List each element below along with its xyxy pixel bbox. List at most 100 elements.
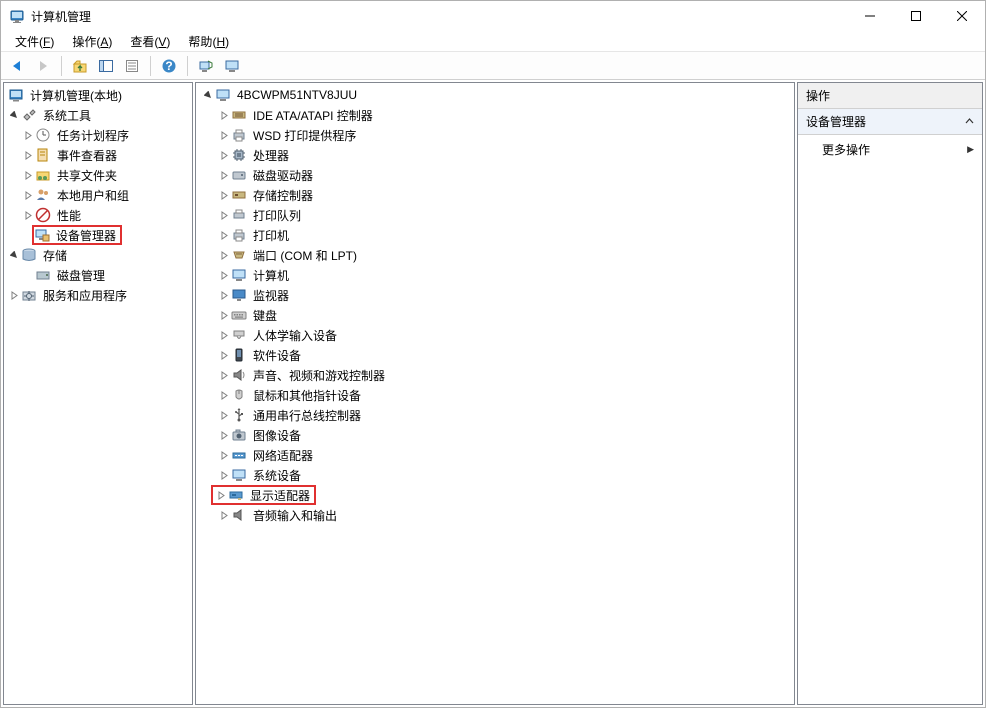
expander-closed-icon[interactable] [218, 169, 230, 181]
expander-closed-icon[interactable] [22, 129, 34, 141]
left-tree-pane[interactable]: 计算机管理(本地) 系统工具 任务计划程序 [3, 82, 193, 705]
expander-closed-icon[interactable] [218, 129, 230, 141]
tree-label: 本地用户和组 [55, 186, 131, 205]
expander-closed-icon[interactable] [218, 309, 230, 321]
highlight-device-manager: 设备管理器 [32, 225, 122, 245]
tree-label: 键盘 [251, 306, 279, 325]
expander-open-icon[interactable] [8, 249, 20, 261]
expander-open-icon[interactable] [202, 89, 214, 101]
tree-item-shared-folders[interactable]: 共享文件夹 [4, 165, 192, 185]
expander-closed-icon[interactable] [218, 409, 230, 421]
help-button[interactable]: ? [157, 54, 181, 78]
tree-item-performance[interactable]: 性能 [4, 205, 192, 225]
device-cpu[interactable]: 处理器 [196, 145, 794, 165]
minimize-button[interactable] [847, 1, 893, 31]
device-root[interactable]: 4BCWPM51NTV8JUU [196, 85, 794, 105]
expander-closed-icon[interactable] [218, 389, 230, 401]
expander-closed-icon[interactable] [218, 249, 230, 261]
device-diskdrive[interactable]: 磁盘驱动器 [196, 165, 794, 185]
expander-closed-icon[interactable] [218, 289, 230, 301]
tree-label: IDE ATA/ATAPI 控制器 [251, 106, 375, 125]
tree-label: 存储 [41, 246, 69, 265]
tree-item-device-manager[interactable]: 设备管理器 [4, 225, 192, 245]
expander-closed-icon[interactable] [218, 209, 230, 221]
expander-closed-icon[interactable] [22, 209, 34, 221]
tree-label: WSD 打印提供程序 [251, 126, 358, 145]
device-print-queue[interactable]: 打印队列 [196, 205, 794, 225]
audio-io-icon [231, 507, 247, 523]
device-wsd[interactable]: WSD 打印提供程序 [196, 125, 794, 145]
device-hid[interactable]: 人体学输入设备 [196, 325, 794, 345]
device-imaging[interactable]: 图像设备 [196, 425, 794, 445]
menu-action[interactable]: 操作(A) [64, 31, 120, 52]
actions-section-device-manager[interactable]: 设备管理器 [798, 109, 982, 135]
tree-label: 事件查看器 [55, 146, 119, 165]
device-monitors[interactable]: 监视器 [196, 285, 794, 305]
expander-closed-icon[interactable] [218, 469, 230, 481]
expander-closed-icon[interactable] [22, 169, 34, 181]
tree-item-local-users[interactable]: 本地用户和组 [4, 185, 192, 205]
device-view-button[interactable] [220, 54, 244, 78]
computer-management-icon [8, 87, 24, 103]
expander-closed-icon[interactable] [218, 349, 230, 361]
expander-closed-icon[interactable] [218, 149, 230, 161]
menu-file[interactable]: 文件(F) [7, 31, 62, 52]
device-keyboards[interactable]: 键盘 [196, 305, 794, 325]
expander-closed-icon[interactable] [215, 489, 227, 501]
tree-item-services-apps[interactable]: 服务和应用程序 [4, 285, 192, 305]
tree-label: 计算机 [251, 266, 291, 285]
device-software-dev[interactable]: 软件设备 [196, 345, 794, 365]
tree-item-event-viewer[interactable]: 事件查看器 [4, 145, 192, 165]
show-hide-tree-button[interactable] [94, 54, 118, 78]
expander-closed-icon[interactable] [218, 229, 230, 241]
actions-section-label: 设备管理器 [806, 113, 866, 130]
tree-label: 4BCWPM51NTV8JUU [235, 87, 359, 103]
expander-closed-icon[interactable] [8, 289, 20, 301]
device-ide[interactable]: IDE ATA/ATAPI 控制器 [196, 105, 794, 125]
close-button[interactable] [939, 1, 985, 31]
actions-more[interactable]: 更多操作 ▶ [798, 135, 982, 164]
software-device-icon [231, 347, 247, 363]
performance-icon [35, 207, 51, 223]
menu-help[interactable]: 帮助(H) [180, 31, 237, 52]
tree-item-disk-management[interactable]: 磁盘管理 [4, 265, 192, 285]
expander-closed-icon[interactable] [218, 369, 230, 381]
up-button[interactable] [68, 54, 92, 78]
device-audio-io[interactable]: 音频输入和输出 [196, 505, 794, 525]
scan-button[interactable] [194, 54, 218, 78]
menu-view[interactable]: 查看(V) [122, 31, 178, 52]
expander-open-icon[interactable] [8, 109, 20, 121]
expander-closed-icon[interactable] [22, 149, 34, 161]
device-usb[interactable]: 通用串行总线控制器 [196, 405, 794, 425]
expander-closed-icon[interactable] [218, 329, 230, 341]
expander-closed-icon[interactable] [218, 189, 230, 201]
properties-button[interactable] [120, 54, 144, 78]
tree-item-task-scheduler[interactable]: 任务计划程序 [4, 125, 192, 145]
expander-closed-icon[interactable] [218, 269, 230, 281]
expander-closed-icon[interactable] [218, 109, 230, 121]
device-mouse[interactable]: 鼠标和其他指针设备 [196, 385, 794, 405]
tree-item-system-tools[interactable]: 系统工具 [4, 105, 192, 125]
device-network[interactable]: 网络适配器 [196, 445, 794, 465]
expander-closed-icon[interactable] [218, 449, 230, 461]
tree-root-computer-management[interactable]: 计算机管理(本地) [4, 85, 192, 105]
collapse-icon [965, 115, 974, 129]
center-tree-pane[interactable]: 4BCWPM51NTV8JUU IDE ATA/ATAPI 控制器 WSD 打印… [195, 82, 795, 705]
tree-item-storage[interactable]: 存储 [4, 245, 192, 265]
maximize-button[interactable] [893, 1, 939, 31]
device-sound[interactable]: 声音、视频和游戏控制器 [196, 365, 794, 385]
device-printers[interactable]: 打印机 [196, 225, 794, 245]
forward-button[interactable] [31, 54, 55, 78]
device-display[interactable]: 显示适配器 [196, 485, 794, 505]
device-system-dev[interactable]: 系统设备 [196, 465, 794, 485]
expander-closed-icon[interactable] [22, 189, 34, 201]
camera-icon [231, 427, 247, 443]
tree-label: 人体学输入设备 [251, 326, 339, 345]
device-storage-controller[interactable]: 存储控制器 [196, 185, 794, 205]
expander-closed-icon[interactable] [218, 509, 230, 521]
back-button[interactable] [5, 54, 29, 78]
expander-closed-icon[interactable] [218, 429, 230, 441]
device-computer[interactable]: 计算机 [196, 265, 794, 285]
ide-controller-icon [231, 107, 247, 123]
device-ports[interactable]: 端口 (COM 和 LPT) [196, 245, 794, 265]
